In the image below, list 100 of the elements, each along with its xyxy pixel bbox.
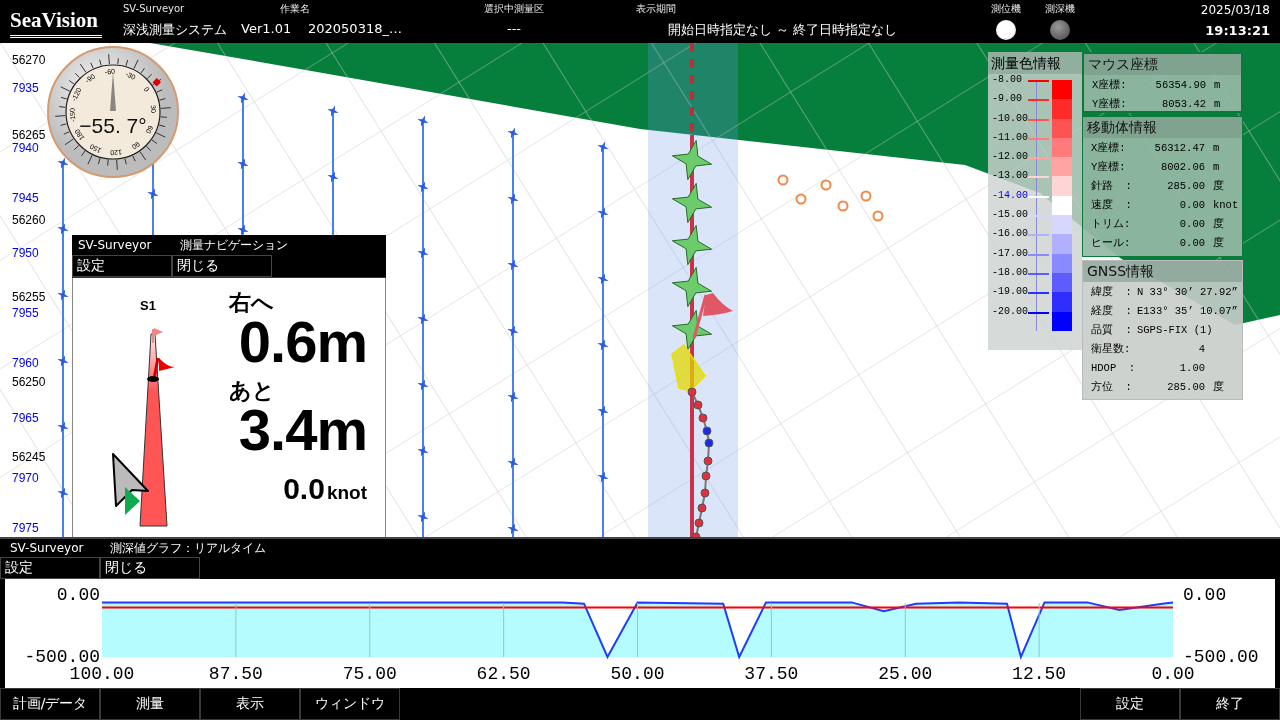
depth-value-label: -8.00 — [991, 74, 1023, 86]
waypoint-star-icon — [671, 309, 713, 351]
info-label: Y座標: — [1091, 159, 1127, 174]
direction-label: 右へ — [229, 290, 275, 316]
flag-icon — [692, 293, 733, 339]
menu-button[interactable]: 終了 — [1180, 688, 1280, 720]
menu-button[interactable]: ウィンドウ — [300, 688, 400, 720]
date-label: 2025/03/18 — [1199, 3, 1270, 17]
vessel-arrow-icon — [112, 453, 149, 507]
app-name: SV-Surveyor — [9, 541, 85, 555]
field-label: 表示期間 — [636, 3, 677, 15]
unit-label: 度 — [1212, 178, 1224, 193]
axis-tick-label: -500.00 — [1183, 647, 1259, 667]
axis-tick-label: 50.00 — [610, 664, 665, 684]
panel-button[interactable]: 閉じる — [172, 255, 272, 277]
unit-label: 度 — [1212, 216, 1224, 231]
unit-label: m — [1213, 78, 1221, 91]
vessel-icon — [671, 343, 706, 392]
panel-button[interactable]: 設定 — [72, 255, 172, 277]
waypoint-star-icon — [671, 266, 713, 308]
unit-label: 度 — [1212, 235, 1224, 250]
product-name: SV-Surveyor — [123, 3, 186, 15]
marker-icon — [147, 376, 159, 382]
legend-title: 測量色情報 — [988, 52, 1082, 74]
menu-button[interactable]: 設定 — [1080, 688, 1180, 720]
sounding-point-icon — [860, 190, 872, 202]
info-label: 衛星数: — [1091, 341, 1132, 356]
panel-title: 移動体情報 — [1083, 117, 1242, 138]
coordinate-label: 7945 — [12, 191, 39, 205]
sounding-point-icon — [872, 210, 884, 222]
unit-label: m — [1212, 160, 1220, 173]
info-value: 4 — [1197, 342, 1205, 355]
unit-label: knot — [1212, 198, 1239, 211]
axis-tick-label: 25.00 — [878, 664, 933, 684]
info-value: 285.00 — [1166, 380, 1205, 393]
panel-button[interactable]: 閉じる — [100, 557, 200, 579]
coordinate-label: 7940 — [12, 141, 39, 155]
depth-value-label: -11.00 — [991, 131, 1029, 144]
menu-button[interactable]: 表示 — [200, 688, 300, 720]
panel-title: 測深値グラフ：リアルタイム — [110, 539, 266, 557]
info-value: 0.00 — [1178, 236, 1205, 249]
axis-tick-label: -500.00 — [24, 647, 100, 667]
info-label: 方位 : — [1091, 379, 1133, 394]
depth-value-label: -19.00 — [991, 286, 1029, 299]
panel-button[interactable]: 設定 — [0, 557, 100, 579]
axis-tick-label: 0.00 — [56, 585, 100, 605]
line-name: S1 — [139, 298, 157, 313]
info-label: 経度 : — [1091, 303, 1133, 318]
info-value: 0.00 — [1178, 198, 1205, 211]
info-label: 緯度 : — [1091, 284, 1133, 299]
depth-value-label: -12.00 — [991, 151, 1029, 164]
info-label: 針路 : — [1091, 178, 1133, 193]
triangle-icon — [125, 487, 140, 515]
logo: SeaVision — [10, 6, 102, 38]
offset-value: 0.6m — [238, 316, 367, 368]
field-label: 作業名 — [280, 3, 311, 15]
depth-value-label: -13.00 — [991, 170, 1029, 183]
info-value: N 33° 30’ 27.92” — [1137, 285, 1239, 298]
coordinate-label: 56265 — [12, 128, 46, 142]
coordinate-label: 56250 — [12, 375, 46, 389]
depth-value-label: -14.00 — [991, 189, 1029, 202]
depth-value-label: -10.00 — [991, 112, 1029, 125]
axis-tick-label: 100.00 — [69, 664, 135, 684]
depth-value-label: -18.00 — [991, 266, 1029, 279]
marker-icon — [152, 77, 162, 87]
remaining-value: 3.4m — [238, 404, 367, 456]
info-label: 速度 : — [1091, 197, 1133, 212]
menu-button[interactable]: 測量 — [100, 688, 200, 720]
unit-label: m — [1213, 97, 1221, 110]
unit-label: m — [1212, 141, 1220, 154]
info-value: E133° 35’ 10.07” — [1137, 304, 1239, 317]
info-value: 56354.90 — [1154, 78, 1206, 91]
axis-tick-label: 0.00 — [1151, 664, 1195, 684]
sounding-point-icon — [777, 174, 789, 186]
coordinate-label: 56270 — [12, 53, 46, 67]
coordinate-label: 7965 — [12, 411, 39, 425]
unit-label: 度 — [1212, 379, 1224, 394]
depth-value-label: -15.00 — [991, 209, 1029, 222]
coordinate-label: 7950 — [12, 246, 39, 260]
depth-value-label: -17.00 — [991, 247, 1029, 260]
axis-tick-label: 37.50 — [744, 664, 799, 684]
waypoint-star-icon — [671, 139, 713, 181]
device-label: 測深機 — [1045, 3, 1075, 15]
info-value: SGPS-FIX (1) — [1137, 323, 1214, 336]
info-label: X座標: — [1091, 140, 1127, 155]
field-label: 選択中測量区 — [484, 3, 544, 15]
info-value: 285.00 — [1166, 179, 1205, 192]
panel-title: 測量ナビゲーション — [180, 236, 288, 254]
flag-icon — [152, 328, 163, 344]
app-name: SV-Surveyor — [77, 238, 153, 252]
coordinate-label: 7960 — [12, 356, 39, 370]
device-label: 測位機 — [991, 3, 1021, 15]
axis-tick-label: 12.50 — [1012, 664, 1067, 684]
axis-tick-label: 87.50 — [208, 664, 263, 684]
coordinate-label: 7935 — [12, 81, 39, 95]
axis-tick-label: 0.00 — [1183, 585, 1227, 605]
coordinate-label: 56255 — [12, 290, 46, 304]
field-value: 202050318_… — [308, 21, 402, 36]
menu-button[interactable]: 計画/データ — [0, 688, 100, 720]
coordinate-label: 56260 — [12, 213, 46, 227]
